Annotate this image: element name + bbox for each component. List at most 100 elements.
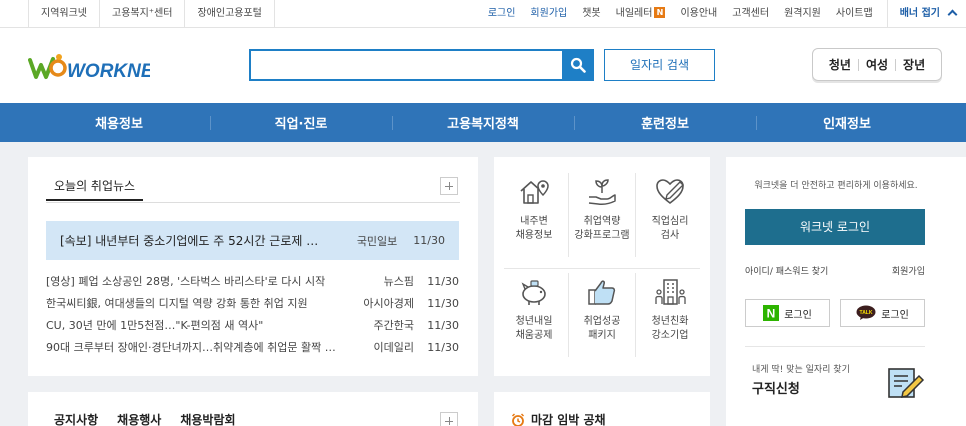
site-header: WORKNET 일자리 검색 청년 여성 장년 bbox=[0, 28, 966, 103]
join-link[interactable]: 회원가입 bbox=[892, 264, 925, 277]
chevron-up-icon bbox=[947, 9, 958, 20]
nav-training[interactable]: 훈련정보 bbox=[574, 103, 756, 142]
service-label-1: 청년친화 bbox=[651, 316, 689, 327]
news-date: 11/30 bbox=[427, 296, 459, 310]
service-label-2: 강소기업 bbox=[651, 330, 689, 341]
service-label-1: 청년내일 bbox=[515, 316, 553, 327]
news-source: 주간한국 bbox=[373, 319, 414, 332]
service-youth-savings[interactable]: 청년내일 채움공제 bbox=[500, 265, 568, 365]
new-badge: N bbox=[654, 7, 666, 18]
piggy-bank-icon bbox=[521, 280, 546, 305]
newsletter-label: 내일레터 bbox=[615, 8, 653, 19]
main-navigation: 채용정보 직업·진로 고용복지정책 훈련정보 인재정보 bbox=[0, 103, 966, 142]
search-box bbox=[249, 49, 594, 81]
banner-collapse-button[interactable]: 배너 접기 bbox=[886, 0, 966, 28]
audience-selector: 청년 여성 장년 bbox=[812, 48, 942, 81]
news-panel-title[interactable]: 오늘의 취업뉴스 bbox=[46, 171, 144, 201]
nav-recruitment[interactable]: 채용정보 bbox=[28, 103, 210, 142]
news-source: 뉴스핌 bbox=[383, 275, 414, 288]
login-link[interactable]: 로그인 bbox=[488, 0, 516, 28]
job-application-subtitle: 내게 딱! 맞는 일자리 찾기 bbox=[752, 365, 850, 375]
job-application-link[interactable]: 내게 딱! 맞는 일자리 찾기 구직신청 bbox=[745, 347, 925, 417]
banner-collapse-label: 배너 접기 bbox=[899, 8, 940, 19]
news-date: 11/30 bbox=[427, 274, 459, 288]
newsletter-link[interactable]: 내일레터 N bbox=[616, 0, 666, 28]
service-nearby-jobs[interactable]: 내주변 채용정보 bbox=[500, 165, 568, 265]
link-disabled-employment-portal[interactable]: 장애인고용포털 bbox=[184, 0, 275, 28]
logo-text: WORKNET bbox=[67, 61, 150, 82]
audience-women[interactable]: 여성 bbox=[859, 56, 895, 73]
building-person-icon bbox=[655, 279, 686, 305]
kakao-login-button[interactable]: TALK 로그인 bbox=[840, 299, 925, 327]
kakao-talk-icon: TALK bbox=[856, 305, 876, 320]
naver-login-label: 로그인 bbox=[784, 309, 812, 321]
sitemap-link[interactable]: 사이트맵 bbox=[836, 0, 873, 28]
service-psychology-test[interactable]: 직업심리 검사 bbox=[636, 165, 704, 265]
service-label-1: 직업심리 bbox=[651, 216, 689, 227]
notice-panel: 공지사항 채용행사 채용박람회 bbox=[28, 392, 478, 426]
family-sites: 지역워크넷 고용복지⁺센터 장애인고용포털 bbox=[28, 0, 275, 28]
nav-career[interactable]: 직업·진로 bbox=[210, 103, 392, 142]
guide-link[interactable]: 이용안내 bbox=[680, 0, 717, 28]
news-panel: 오늘의 취업뉴스 [속보] 내년부터 중소기업에도 주 52시간 근로제 … 국… bbox=[28, 157, 478, 376]
headline-news[interactable]: [속보] 내년부터 중소기업에도 주 52시간 근로제 … 국민일보 11/30 bbox=[46, 221, 459, 260]
worknet-logo[interactable]: WORKNET bbox=[28, 50, 167, 82]
tab-notices[interactable]: 공지사항 bbox=[54, 411, 98, 426]
naver-icon-letter: N bbox=[767, 307, 776, 321]
utility-menu: 로그인 회원가입 챗봇 내일레터 N 이용안내 고객센터 원격지원 사이트맵 배너… bbox=[473, 0, 966, 28]
list-item[interactable]: 한국씨티銀, 여대생들의 디지털 역량 강화 통한 취업 지원 아시아경제 11… bbox=[46, 292, 459, 314]
list-item[interactable]: CU, 30년 만에 1만5천점…"K-편의점 새 역사" 주간한국 11/30 bbox=[46, 314, 459, 336]
news-title: [영상] 폐업 소상공인 28명, '스타벅스 바리스타'로 다시 시작 bbox=[46, 275, 326, 288]
service-employment-program[interactable]: 취업역량 강화프로그램 bbox=[568, 165, 636, 265]
headline-title: [속보] 내년부터 중소기업에도 주 52시간 근로제 … bbox=[60, 234, 319, 248]
service-label-2: 채움공제 bbox=[515, 330, 553, 341]
alarm-clock-icon bbox=[511, 412, 525, 426]
list-item[interactable]: [영상] 폐업 소상공인 28명, '스타벅스 바리스타'로 다시 시작 뉴스핌… bbox=[46, 270, 459, 292]
utility-bar: 지역워크넷 고용복지⁺센터 장애인고용포털 로그인 회원가입 챗봇 내일레터 N … bbox=[0, 0, 966, 28]
audience-seniors[interactable]: 장년 bbox=[896, 56, 932, 73]
login-message: 워크넷을 더 안전하고 편리하게 이용하세요. bbox=[754, 181, 918, 191]
kakao-login-label: 로그인 bbox=[881, 309, 909, 321]
nav-welfare-policy[interactable]: 고용복지정책 bbox=[392, 103, 574, 142]
chatbot-link[interactable]: 챗봇 bbox=[582, 0, 600, 28]
tab-job-fairs[interactable]: 채용박람회 bbox=[180, 411, 235, 426]
thumbs-up-icon bbox=[588, 280, 616, 305]
naver-login-button[interactable]: N 로그인 bbox=[745, 299, 830, 327]
service-label-1: 취업역량 bbox=[583, 216, 621, 227]
search-input[interactable] bbox=[251, 51, 561, 79]
heart-pen-icon bbox=[656, 179, 684, 205]
worknet-login-button[interactable]: 워크넷 로그인 bbox=[745, 209, 925, 245]
list-item[interactable]: 90대 크루부터 장애인·경단녀까지…취약계층에 취업문 활짝 … 이데일리 1… bbox=[46, 336, 459, 358]
signup-link[interactable]: 회원가입 bbox=[530, 0, 567, 28]
service-label-1: 취업성공 bbox=[583, 316, 621, 327]
deadline-heading: 마감 임박 공채 bbox=[511, 411, 606, 426]
tab-recruit-events[interactable]: 채용행사 bbox=[117, 411, 161, 426]
news-title: 90대 크루부터 장애인·경단녀까지…취약계층에 취업문 활짝 … bbox=[46, 341, 336, 354]
news-source: 아시아경제 bbox=[363, 297, 414, 310]
nav-talent[interactable]: 인재정보 bbox=[756, 103, 938, 142]
audience-youth[interactable]: 청년 bbox=[822, 56, 858, 73]
naver-icon: N bbox=[763, 305, 780, 321]
search-icon bbox=[570, 57, 586, 73]
notice-tabs: 공지사항 채용행사 채용박람회 bbox=[54, 411, 255, 426]
service-label-2: 채용정보 bbox=[515, 230, 553, 241]
quick-services-panel: 내주변 채용정보 취업역량 강화프로그램 직업심리 검사 청년내일 채움공제 취… bbox=[494, 157, 710, 376]
customer-center-link[interactable]: 고객센터 bbox=[732, 0, 769, 28]
remote-support-link[interactable]: 원격지원 bbox=[784, 0, 821, 28]
news-more-button[interactable] bbox=[440, 177, 458, 195]
find-id-password-link[interactable]: 아이디/ 패스워드 찾기 bbox=[745, 264, 828, 277]
search-button[interactable] bbox=[562, 49, 594, 81]
news-date: 11/30 bbox=[427, 340, 459, 354]
headline-source: 국민일보 bbox=[356, 234, 398, 248]
service-youth-friendly-company[interactable]: 청년친화 강소기업 bbox=[636, 265, 704, 365]
job-application-title: 구직신청 bbox=[752, 382, 800, 397]
job-search-button[interactable]: 일자리 검색 bbox=[604, 49, 715, 81]
application-form-icon bbox=[888, 368, 925, 398]
link-employment-welfare-center[interactable]: 고용복지⁺센터 bbox=[99, 0, 184, 28]
link-regional-worknet[interactable]: 지역워크넷 bbox=[28, 0, 99, 28]
news-list: [영상] 폐업 소상공인 28명, '스타벅스 바리스타'로 다시 시작 뉴스핌… bbox=[46, 270, 459, 358]
news-title: CU, 30년 만에 1만5천점…"K-편의점 새 역사" bbox=[46, 319, 264, 332]
service-success-package[interactable]: 취업성공 패키지 bbox=[568, 265, 636, 365]
notice-more-button[interactable] bbox=[440, 412, 458, 426]
house-location-icon bbox=[520, 180, 549, 204]
